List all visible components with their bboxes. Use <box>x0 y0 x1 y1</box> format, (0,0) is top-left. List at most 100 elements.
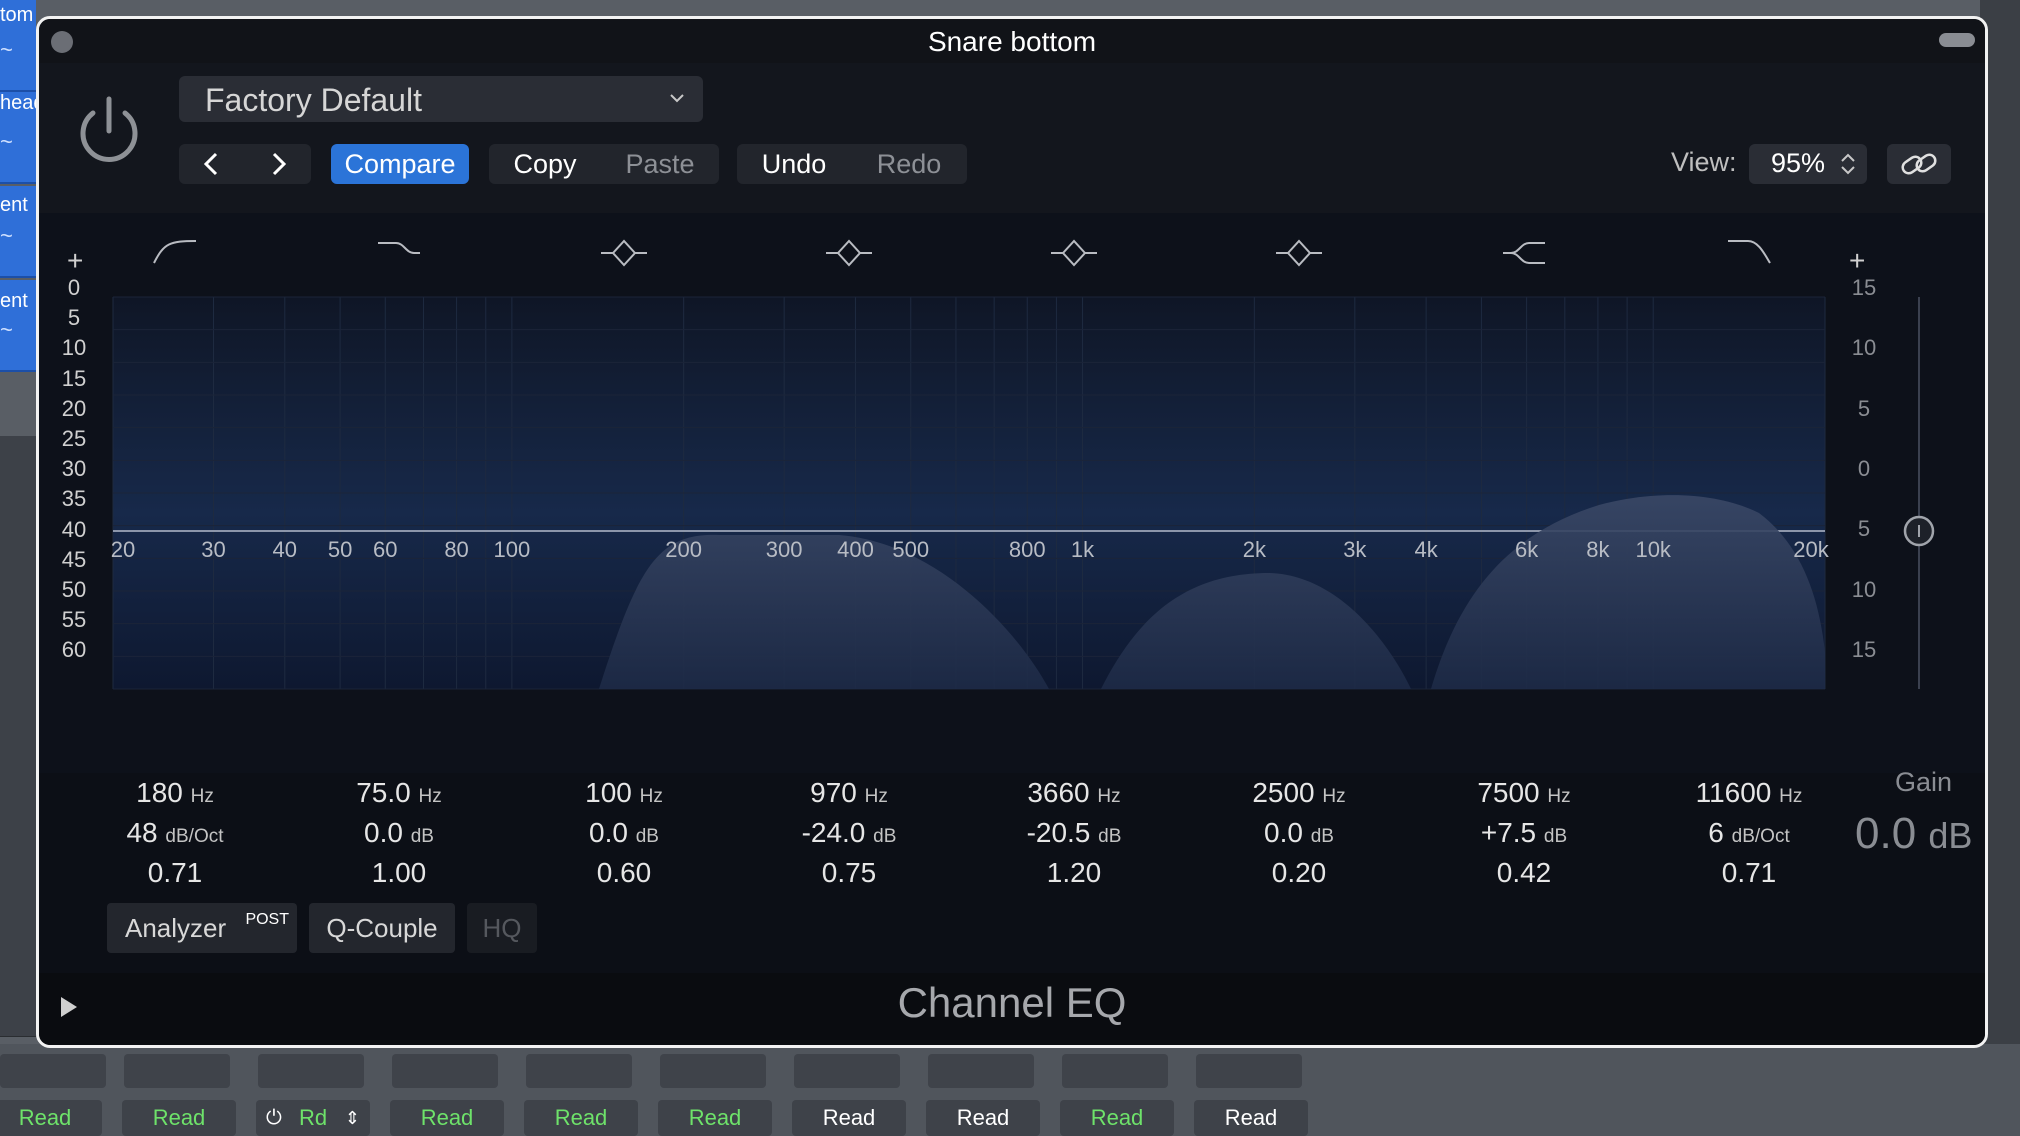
track-header[interactable]: tom ~ <box>0 0 36 92</box>
band-frequency-value[interactable]: 100 Hz <box>544 777 704 817</box>
link-button[interactable] <box>1887 144 1951 184</box>
collapse-button[interactable] <box>1939 33 1975 47</box>
band-frequency-value-unit: Hz <box>1547 786 1571 807</box>
band-gain-value-number: 6 <box>1708 817 1724 848</box>
bell-icon[interactable] <box>1049 233 1099 273</box>
band-frequency-value[interactable]: 180 Hz <box>95 777 255 817</box>
frequency-tick-label: 30 <box>201 537 226 562</box>
automation-mode-read[interactable]: Read <box>122 1100 236 1136</box>
eq-curve-display[interactable] <box>39 213 1979 773</box>
band-gain-value[interactable]: 0.0 dB <box>1219 817 1379 857</box>
preset-nav-group <box>179 144 311 184</box>
band-frequency-value[interactable]: 7500 Hz <box>1444 777 1604 817</box>
add-icon[interactable]: + <box>1849 245 1865 277</box>
band-frequency-value[interactable]: 970 Hz <box>769 777 929 817</box>
db-scale-label: 20 <box>61 395 87 421</box>
band-gain-value[interactable]: +7.5 dB <box>1444 817 1604 857</box>
frequency-tick-label: 80 <box>444 537 469 562</box>
band-q-value[interactable]: 0.42 <box>1444 857 1604 897</box>
band-frequency-value[interactable]: 11600 Hz <box>1669 777 1829 817</box>
band-gain-value[interactable]: 6 dB/Oct <box>1669 817 1829 857</box>
band-gain-value[interactable]: 0.0 dB <box>319 817 479 857</box>
copy-button[interactable]: Copy <box>489 144 601 184</box>
gain-value[interactable]: 0.0 dB <box>1855 809 1972 859</box>
band-q-value[interactable]: 0.20 <box>1219 857 1379 897</box>
mixer-slot[interactable] <box>0 1054 106 1088</box>
next-preset-button[interactable] <box>247 144 311 184</box>
band-8-params: 11600 Hz 6 dB/Oct 0.71 <box>1669 777 1829 897</box>
q-couple-button[interactable]: Q-Couple <box>309 903 455 953</box>
analyzer-post-tag: POST <box>245 911 289 928</box>
mixer-slot[interactable] <box>124 1054 230 1088</box>
mixer-slot[interactable] <box>392 1054 498 1088</box>
band-gain-value-number: 0.0 <box>364 817 403 848</box>
db-scale-label: 55 <box>61 607 87 633</box>
band-frequency-value-unit: Hz <box>1097 786 1121 807</box>
track-header[interactable]: ent ~ <box>0 280 36 372</box>
automation-mode-read[interactable]: Read <box>926 1100 1040 1136</box>
bell-icon[interactable] <box>1274 233 1324 273</box>
band-frequency-value-unit: Hz <box>864 786 888 807</box>
automation-mode-read[interactable]: Read <box>524 1100 638 1136</box>
band-frequency-value-unit: Hz <box>1322 786 1346 807</box>
mixer-slot[interactable] <box>794 1054 900 1088</box>
previous-preset-button[interactable] <box>179 144 243 184</box>
track-header[interactable]: ent ~ <box>0 186 36 278</box>
band-gain-value-unit: dB <box>1310 826 1334 847</box>
bell-icon[interactable] <box>824 233 874 273</box>
redo-button[interactable]: Redo <box>851 144 967 184</box>
automation-mode-read[interactable]: Read <box>1060 1100 1174 1136</box>
band-gain-value-unit: dB <box>410 826 434 847</box>
view-zoom-select[interactable]: 95% <box>1749 144 1867 184</box>
history-group: Undo Redo <box>737 144 967 184</box>
analyzer-button[interactable]: Analyzer POST <box>107 903 297 953</box>
automation-mode-read[interactable]: Read <box>658 1100 772 1136</box>
band-gain-value[interactable]: -20.5 dB <box>994 817 1154 857</box>
mixer-slot[interactable] <box>660 1054 766 1088</box>
automation-mode-read[interactable]: Read <box>390 1100 504 1136</box>
title-bar[interactable]: Snare bottom <box>39 19 1985 63</box>
automation-mode-read[interactable]: Read <box>0 1100 102 1136</box>
mixer-slot[interactable] <box>1062 1054 1168 1088</box>
band-frequency-value[interactable]: 3660 Hz <box>994 777 1154 817</box>
hq-button[interactable]: HQ <box>467 903 537 953</box>
compare-button[interactable]: Compare <box>331 144 469 184</box>
band-q-value[interactable]: 0.71 <box>95 857 255 897</box>
band-6-params: 2500 Hz 0.0 dB 0.20 <box>1219 777 1379 897</box>
bell-icon[interactable] <box>599 233 649 273</box>
lowshelf-icon[interactable] <box>374 233 424 273</box>
mixer-slot[interactable] <box>928 1054 1034 1088</box>
highpass-icon[interactable] <box>150 233 200 273</box>
frequency-tick-label: 500 <box>892 537 930 562</box>
band-gain-value[interactable]: 0.0 dB <box>544 817 704 857</box>
band-frequency-value[interactable]: 75.0 Hz <box>319 777 479 817</box>
automation-mode-read[interactable]: Read <box>792 1100 906 1136</box>
paste-button[interactable]: Paste <box>601 144 719 184</box>
band-q-value-number: 1.20 <box>1046 857 1102 888</box>
band-q-value[interactable]: 0.71 <box>1669 857 1829 897</box>
band-gain-value[interactable]: 48 dB/Oct <box>95 817 255 857</box>
band-q-value[interactable]: 1.00 <box>319 857 479 897</box>
lowpass-icon[interactable] <box>1724 233 1774 273</box>
band-gain-value-number: 0.0 <box>589 817 628 848</box>
highshelf-icon[interactable] <box>1499 233 1549 273</box>
add-icon[interactable]: + <box>67 245 83 277</box>
preset-dropdown[interactable]: Factory Default <box>179 76 703 122</box>
mixer-slot[interactable] <box>1196 1054 1302 1088</box>
power-icon[interactable] <box>69 91 149 171</box>
band-q-value-number: 0.71 <box>147 857 203 888</box>
gain-label: Gain <box>1895 767 1953 797</box>
band-gain-value[interactable]: -24.0 dB <box>769 817 929 857</box>
automation-mode-read[interactable]: Read <box>1194 1100 1308 1136</box>
mixer-slot[interactable] <box>258 1054 364 1088</box>
track-header[interactable]: head ~ <box>0 92 45 184</box>
eq-graph[interactable]: + + 0 5 10 15 20 25 30 35 40 45 50 55 60 15 10 5 0 5 10 15… <box>39 213 1985 888</box>
automation-mode-rd[interactable]: ⏻ Rd ⇕ <box>256 1100 370 1136</box>
band-q-value[interactable]: 0.60 <box>544 857 704 897</box>
band-q-value[interactable]: 1.20 <box>994 857 1154 897</box>
undo-button[interactable]: Undo <box>737 144 851 184</box>
mixer-slot[interactable] <box>526 1054 632 1088</box>
band-q-value[interactable]: 0.75 <box>769 857 929 897</box>
band-frequency-value[interactable]: 2500 Hz <box>1219 777 1379 817</box>
band-q-value-number: 0.20 <box>1271 857 1327 888</box>
